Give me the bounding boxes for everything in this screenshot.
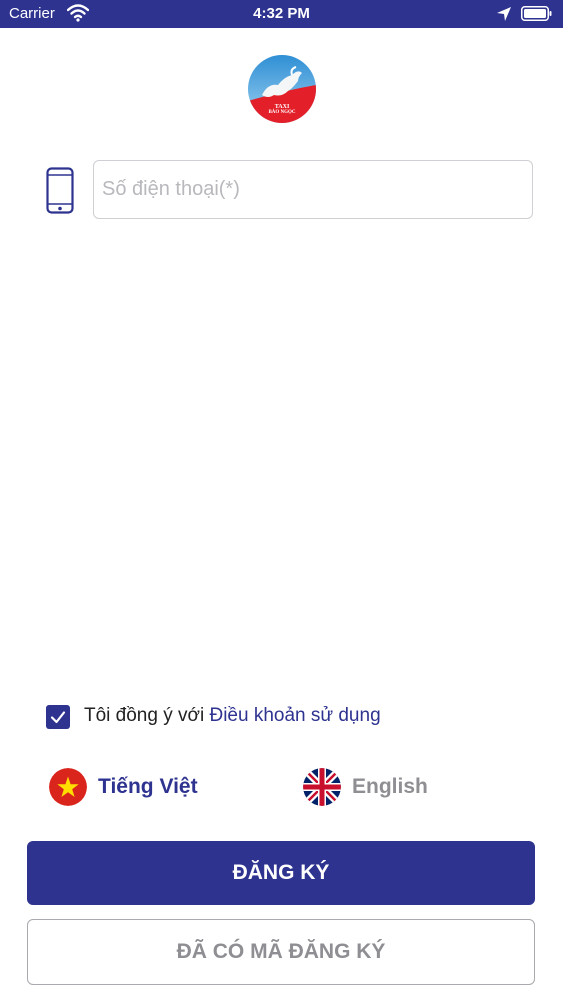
have-registration-code-button[interactable]: ĐÃ CÓ MÃ ĐĂNG KÝ bbox=[27, 919, 535, 985]
location-arrow-icon bbox=[497, 7, 511, 21]
uk-flag-icon bbox=[303, 768, 341, 806]
terms-text: Tôi đồng ý với Điều khoản sử dụng bbox=[84, 705, 381, 727]
language-label-english: English bbox=[352, 775, 428, 798]
checkmark-icon bbox=[50, 711, 66, 724]
battery-icon bbox=[521, 6, 552, 21]
phone-icon bbox=[46, 167, 74, 214]
terms-of-use-link[interactable]: Điều khoản sử dụng bbox=[209, 705, 380, 726]
vietnam-flag-icon bbox=[49, 768, 87, 806]
app-logo: TAXI BẢO NGỌC bbox=[248, 55, 316, 123]
logo-text-brand: BẢO NGỌC bbox=[268, 110, 296, 115]
terms-checkbox[interactable] bbox=[46, 705, 70, 729]
register-button[interactable]: ĐĂNG KÝ bbox=[27, 841, 535, 905]
language-label-vietnamese: Tiếng Việt bbox=[98, 775, 198, 798]
phone-number-input[interactable] bbox=[93, 160, 533, 219]
status-time: 4:32 PM bbox=[253, 5, 310, 22]
status-bar: Carrier 4:32 PM bbox=[0, 0, 563, 28]
terms-prefix: Tôi đồng ý với bbox=[84, 705, 210, 726]
